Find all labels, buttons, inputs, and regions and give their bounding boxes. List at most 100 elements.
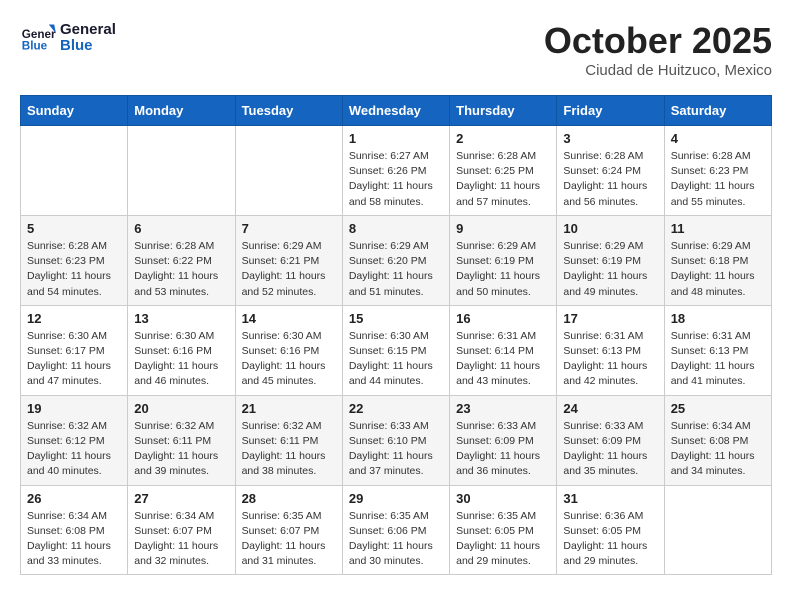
day-info: Sunrise: 6:28 AM Sunset: 6:24 PM Dayligh…: [563, 149, 657, 210]
day-info: Sunrise: 6:29 AM Sunset: 6:18 PM Dayligh…: [671, 239, 765, 300]
day-info: Sunrise: 6:28 AM Sunset: 6:23 PM Dayligh…: [671, 149, 765, 210]
calendar-table: SundayMondayTuesdayWednesdayThursdayFrid…: [20, 95, 772, 575]
day-info: Sunrise: 6:28 AM Sunset: 6:25 PM Dayligh…: [456, 149, 550, 210]
day-info: Sunrise: 6:34 AM Sunset: 6:08 PM Dayligh…: [671, 419, 765, 480]
day-info: Sunrise: 6:29 AM Sunset: 6:21 PM Dayligh…: [242, 239, 336, 300]
day-info: Sunrise: 6:30 AM Sunset: 6:17 PM Dayligh…: [27, 329, 121, 390]
calendar-cell: 13 Sunrise: 6:30 AM Sunset: 6:16 PM Dayli…: [128, 305, 235, 395]
logo-line2: Blue: [60, 38, 116, 55]
day-number: 12: [27, 311, 121, 326]
day-of-week-header-friday: Friday: [557, 96, 664, 126]
calendar-cell: [128, 126, 235, 216]
day-info: Sunrise: 6:27 AM Sunset: 6:26 PM Dayligh…: [349, 149, 443, 210]
calendar-cell: 1Sunrise: 6:27 AM Sunset: 6:26 PM Daylig…: [342, 126, 449, 216]
calendar-cell: 7 Sunrise: 6:29 AM Sunset: 6:21 PM Daylig…: [235, 215, 342, 305]
calendar-cell: 4 Sunrise: 6:28 AM Sunset: 6:23 PM Daylig…: [664, 126, 771, 216]
day-info: Sunrise: 6:34 AM Sunset: 6:07 PM Dayligh…: [134, 509, 228, 570]
calendar-cell: 28 Sunrise: 6:35 AM Sunset: 6:07 PM Dayli…: [235, 485, 342, 575]
calendar-cell: 27 Sunrise: 6:34 AM Sunset: 6:07 PM Dayli…: [128, 485, 235, 575]
page-header: General Blue General Blue October 2025 C…: [20, 20, 772, 79]
day-number: 16: [456, 311, 550, 326]
calendar-week-row: 5Sunrise: 6:28 AM Sunset: 6:23 PM Daylig…: [21, 215, 772, 305]
day-info: Sunrise: 6:34 AM Sunset: 6:08 PM Dayligh…: [27, 509, 121, 570]
calendar-cell: 30Sunrise: 6:35 AM Sunset: 6:05 PM Dayli…: [450, 485, 557, 575]
title-block: October 2025 Ciudad de Huitzuco, Mexico: [544, 20, 772, 79]
calendar-cell: 20Sunrise: 6:32 AM Sunset: 6:11 PM Dayli…: [128, 395, 235, 485]
day-number: 23: [456, 401, 550, 416]
day-info: Sunrise: 6:30 AM Sunset: 6:15 PM Dayligh…: [349, 329, 443, 390]
location-subtitle: Ciudad de Huitzuco, Mexico: [544, 62, 772, 79]
calendar-cell: 31 Sunrise: 6:36 AM Sunset: 6:05 PM Dayli…: [557, 485, 664, 575]
day-info: Sunrise: 6:33 AM Sunset: 6:09 PM Dayligh…: [456, 419, 550, 480]
day-info: Sunrise: 6:36 AM Sunset: 6:05 PM Dayligh…: [563, 509, 657, 570]
calendar-cell: 26 Sunrise: 6:34 AM Sunset: 6:08 PM Dayli…: [21, 485, 128, 575]
day-info: Sunrise: 6:28 AM Sunset: 6:23 PM Dayligh…: [27, 239, 121, 300]
day-of-week-header-tuesday: Tuesday: [235, 96, 342, 126]
day-number: 7: [242, 221, 336, 236]
day-number: 29: [349, 491, 443, 506]
day-number: 13: [134, 311, 228, 326]
day-number: 15: [349, 311, 443, 326]
month-title: October 2025: [544, 20, 772, 62]
calendar-cell: 23 Sunrise: 6:33 AM Sunset: 6:09 PM Dayli…: [450, 395, 557, 485]
calendar-cell: [235, 126, 342, 216]
day-number: 27: [134, 491, 228, 506]
calendar-cell: 15 Sunrise: 6:30 AM Sunset: 6:15 PM Dayli…: [342, 305, 449, 395]
calendar-cell: 24Sunrise: 6:33 AM Sunset: 6:09 PM Dayli…: [557, 395, 664, 485]
day-info: Sunrise: 6:31 AM Sunset: 6:14 PM Dayligh…: [456, 329, 550, 390]
calendar-body: 1Sunrise: 6:27 AM Sunset: 6:26 PM Daylig…: [21, 126, 772, 575]
calendar-week-row: 1Sunrise: 6:27 AM Sunset: 6:26 PM Daylig…: [21, 126, 772, 216]
calendar-week-row: 12 Sunrise: 6:30 AM Sunset: 6:17 PM Dayli…: [21, 305, 772, 395]
day-info: Sunrise: 6:31 AM Sunset: 6:13 PM Dayligh…: [563, 329, 657, 390]
day-number: 14: [242, 311, 336, 326]
day-info: Sunrise: 6:30 AM Sunset: 6:16 PM Dayligh…: [242, 329, 336, 390]
day-number: 3: [563, 131, 657, 146]
day-of-week-header-saturday: Saturday: [664, 96, 771, 126]
day-info: Sunrise: 6:35 AM Sunset: 6:05 PM Dayligh…: [456, 509, 550, 570]
day-info: Sunrise: 6:29 AM Sunset: 6:19 PM Dayligh…: [456, 239, 550, 300]
day-number: 20: [134, 401, 228, 416]
day-of-week-header-thursday: Thursday: [450, 96, 557, 126]
day-number: 6: [134, 221, 228, 236]
day-number: 31: [563, 491, 657, 506]
day-info: Sunrise: 6:29 AM Sunset: 6:19 PM Dayligh…: [563, 239, 657, 300]
day-number: 4: [671, 131, 765, 146]
day-number: 2: [456, 131, 550, 146]
day-number: 21: [242, 401, 336, 416]
calendar-cell: 17 Sunrise: 6:31 AM Sunset: 6:13 PM Dayli…: [557, 305, 664, 395]
calendar-cell: 14 Sunrise: 6:30 AM Sunset: 6:16 PM Dayli…: [235, 305, 342, 395]
calendar-cell: 12 Sunrise: 6:30 AM Sunset: 6:17 PM Dayli…: [21, 305, 128, 395]
calendar-week-row: 19 Sunrise: 6:32 AM Sunset: 6:12 PM Dayli…: [21, 395, 772, 485]
day-info: Sunrise: 6:32 AM Sunset: 6:11 PM Dayligh…: [242, 419, 336, 480]
calendar-cell: 22Sunrise: 6:33 AM Sunset: 6:10 PM Dayli…: [342, 395, 449, 485]
calendar-cell: 3 Sunrise: 6:28 AM Sunset: 6:24 PM Daylig…: [557, 126, 664, 216]
day-info: Sunrise: 6:35 AM Sunset: 6:07 PM Dayligh…: [242, 509, 336, 570]
calendar-cell: 10 Sunrise: 6:29 AM Sunset: 6:19 PM Dayli…: [557, 215, 664, 305]
calendar-cell: [664, 485, 771, 575]
calendar-cell: 11 Sunrise: 6:29 AM Sunset: 6:18 PM Dayli…: [664, 215, 771, 305]
day-info: Sunrise: 6:33 AM Sunset: 6:09 PM Dayligh…: [563, 419, 657, 480]
day-number: 11: [671, 221, 765, 236]
day-number: 26: [27, 491, 121, 506]
day-info: Sunrise: 6:32 AM Sunset: 6:12 PM Dayligh…: [27, 419, 121, 480]
calendar-cell: 16 Sunrise: 6:31 AM Sunset: 6:14 PM Dayli…: [450, 305, 557, 395]
day-number: 28: [242, 491, 336, 506]
day-of-week-header-wednesday: Wednesday: [342, 96, 449, 126]
day-of-week-header-sunday: Sunday: [21, 96, 128, 126]
day-info: Sunrise: 6:33 AM Sunset: 6:10 PM Dayligh…: [349, 419, 443, 480]
logo: General Blue General Blue: [20, 20, 116, 56]
calendar-cell: 19 Sunrise: 6:32 AM Sunset: 6:12 PM Dayli…: [21, 395, 128, 485]
day-number: 17: [563, 311, 657, 326]
day-number: 19: [27, 401, 121, 416]
calendar-cell: 21 Sunrise: 6:32 AM Sunset: 6:11 PM Dayli…: [235, 395, 342, 485]
calendar-header-row: SundayMondayTuesdayWednesdayThursdayFrid…: [21, 96, 772, 126]
day-info: Sunrise: 6:28 AM Sunset: 6:22 PM Dayligh…: [134, 239, 228, 300]
day-info: Sunrise: 6:30 AM Sunset: 6:16 PM Dayligh…: [134, 329, 228, 390]
day-number: 8: [349, 221, 443, 236]
calendar-cell: 29Sunrise: 6:35 AM Sunset: 6:06 PM Dayli…: [342, 485, 449, 575]
calendar-cell: 8Sunrise: 6:29 AM Sunset: 6:20 PM Daylig…: [342, 215, 449, 305]
svg-text:Blue: Blue: [22, 40, 48, 53]
day-number: 25: [671, 401, 765, 416]
calendar-cell: 5Sunrise: 6:28 AM Sunset: 6:23 PM Daylig…: [21, 215, 128, 305]
day-number: 10: [563, 221, 657, 236]
